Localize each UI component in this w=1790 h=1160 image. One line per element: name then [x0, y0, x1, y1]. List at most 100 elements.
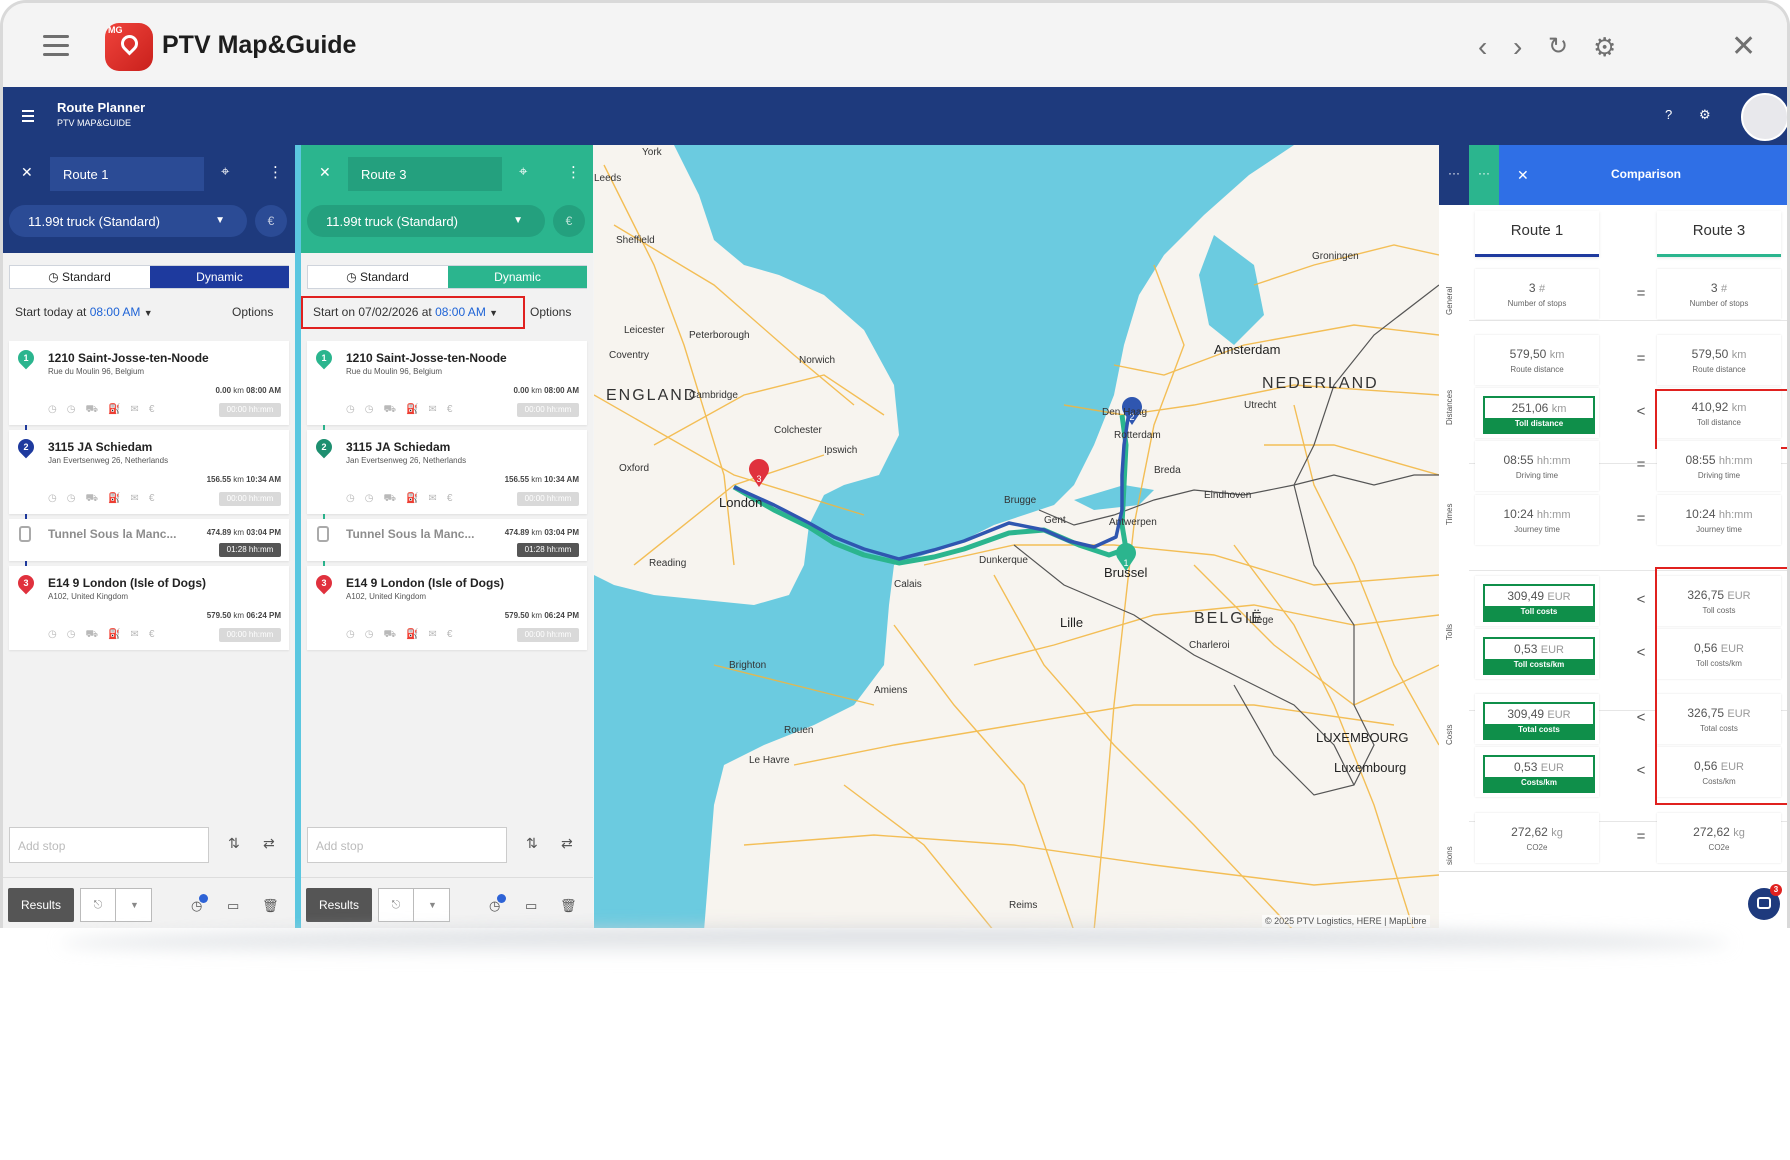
tab-dynamic[interactable]: Dynamic — [150, 266, 289, 288]
add-stop-input[interactable]: Add stop — [307, 827, 507, 863]
metric-label: Number of stops — [1689, 299, 1749, 308]
forward-icon[interactable]: › — [1513, 33, 1522, 61]
list-item[interactable]: 3 E14 9 London (Isle of Dogs) A102, Unit… — [307, 566, 587, 650]
options-link[interactable]: Options — [530, 305, 571, 319]
results-button[interactable]: Results — [306, 888, 372, 922]
stop-name: E14 9 London (Isle of Dogs) — [346, 576, 505, 590]
map-label-ipswich: Ipswich — [824, 445, 858, 456]
value: 08:55 — [1685, 453, 1716, 467]
tab-dynamic[interactable]: Dynamic — [448, 266, 587, 288]
reverse-route-icon[interactable]: ⇄ — [561, 835, 573, 852]
cell-route-3-co2e: 272,62 kg CO2e — [1657, 813, 1781, 863]
panel-toolbar: Results ⎋ ▼ ◷ ▭ 🗑 — [301, 877, 593, 928]
avatar[interactable] — [1741, 93, 1787, 141]
save-icon[interactable]: ▭ — [227, 898, 239, 914]
stop-name: Tunnel Sous la Manc... — [346, 527, 475, 541]
settings-icon[interactable]: ⚙ — [1699, 107, 1711, 123]
delete-icon[interactable]: 🗑 — [262, 898, 279, 914]
route-panel-1: ✕ Route 1 ⌖ ⋮ 11.99t truck (Standard) ▼ €… — [3, 145, 295, 928]
unit: EUR — [1547, 709, 1571, 721]
start-time-selector[interactable]: Start today at 08:00 AM ▼ — [15, 305, 153, 319]
map-attribution[interactable]: © 2025 PTV Logistics, HERE | MapLibre — [1262, 915, 1430, 927]
route-3-collapsed-tab[interactable]: ··· — [1469, 145, 1499, 205]
stop-name: Tunnel Sous la Manc... — [48, 527, 177, 541]
chevron-down-icon[interactable]: ▼ — [415, 889, 450, 921]
route-panel-header: ✕ Route 3 ⌖ ⋮ 11.99t truck (Standard) ▼ € — [301, 145, 593, 253]
locate-icon[interactable]: ⌖ — [519, 163, 527, 180]
stop-attribute-icons[interactable]: ◷◷⛟⛽✉€ — [346, 493, 462, 506]
logo-mark: MG — [108, 25, 123, 35]
tab-standard[interactable]: ◷ Standard — [10, 266, 149, 288]
cell-route-1-toll-distance: 251,06 km Toll distance — [1475, 388, 1599, 438]
tab-standard[interactable]: ◷ Standard — [308, 266, 447, 288]
map-view[interactable]: 1 2 3 ENGLAND NEDERLAND BELGIË LUXEMBOUR… — [594, 145, 1439, 928]
stop-marker-icon: 3 — [312, 571, 336, 595]
stop-attribute-icons[interactable]: ◷◷⛟⛽✉€ — [346, 629, 462, 642]
list-item[interactable]: 1 1210 Saint-Josse-ten-Noode Rue du Moul… — [307, 341, 587, 425]
reverse-route-icon[interactable]: ⇄ — [263, 835, 275, 852]
help-icon[interactable]: ? — [1665, 107, 1672, 122]
vehicle-select[interactable]: 11.99t truck (Standard) ▼ — [307, 205, 545, 237]
results-button[interactable]: Results — [8, 888, 74, 922]
delete-icon[interactable]: 🗑 — [560, 898, 577, 914]
stop-attribute-icons[interactable]: ◷◷⛟⛽✉€ — [346, 404, 462, 417]
sidebar-menu-icon[interactable] — [22, 110, 34, 125]
chevron-down-icon[interactable]: ▼ — [117, 889, 152, 921]
stop-attribute-icons[interactable]: ◷◷⛟⛽✉€ — [48, 629, 164, 642]
route-1-collapsed-tab[interactable]: ··· — [1439, 145, 1469, 205]
vehicle-select[interactable]: 11.99t truck (Standard) ▼ — [9, 205, 247, 237]
close-route-icon[interactable]: ✕ — [21, 164, 33, 181]
stop-distance-time: 579.50 km 06:24 PM — [505, 611, 579, 620]
gear-icon[interactable]: ⚙ — [1593, 33, 1616, 61]
more-vert-icon[interactable]: ⋮ — [268, 163, 283, 181]
stop-attribute-icons[interactable]: ◷◷⛟⛽✉€ — [48, 404, 164, 417]
stop-distance: 474.89 — [206, 528, 232, 537]
stop-duration[interactable]: 00:00 hh:mm — [219, 492, 281, 506]
more-vert-icon[interactable]: ⋮ — [566, 163, 581, 181]
metric-label: Total costs — [1518, 725, 1560, 734]
save-icon[interactable]: ▭ — [525, 898, 537, 914]
sort-stops-icon[interactable]: ⇅ — [526, 835, 538, 852]
unit: km — [1549, 349, 1565, 361]
annotation-box — [1655, 389, 1787, 449]
stop-duration[interactable]: 00:00 hh:mm — [517, 492, 579, 506]
list-item[interactable]: 2 3115 JA Schiedam Jan Evertsenweg 26, N… — [9, 430, 289, 514]
metric-label: Journey time — [1696, 525, 1742, 534]
stop-duration[interactable]: 00:00 hh:mm — [219, 628, 281, 642]
page-header: Route Planner PTV MAP&GUIDE ? ⚙ — [3, 87, 1787, 145]
currency-icon[interactable]: € — [255, 205, 287, 237]
stop-duration[interactable]: 00:00 hh:mm — [517, 403, 579, 417]
cell-route-3-journey-time: 10:24 hh:mm Journey time — [1657, 495, 1781, 545]
map-label-england: ENGLAND — [606, 387, 698, 404]
stop-duration[interactable]: 00:00 hh:mm — [219, 403, 281, 417]
export-icon[interactable]: ⎋ — [81, 889, 116, 921]
export-icon[interactable]: ⎋ — [379, 889, 414, 921]
main-menu-icon[interactable] — [43, 35, 69, 56]
route-name-field[interactable]: Route 1 — [50, 157, 204, 191]
stop-number: 3 — [321, 578, 327, 588]
currency-icon[interactable]: € — [553, 205, 585, 237]
map-label-antwerpen: Antwerpen — [1109, 517, 1157, 528]
sort-stops-icon[interactable]: ⇅ — [228, 835, 240, 852]
list-item[interactable]: 2 3115 JA Schiedam Jan Evertsenweg 26, N… — [307, 430, 587, 514]
add-stop-input[interactable]: Add stop — [9, 827, 209, 863]
chat-button[interactable]: 3 — [1748, 884, 1782, 920]
list-item[interactable]: 3 E14 9 London (Isle of Dogs) A102, Unit… — [9, 566, 289, 650]
list-item[interactable]: Tunnel Sous la Manc... 474.89 km 03:04 P… — [9, 519, 289, 561]
history-icon[interactable]: ◷ — [489, 894, 506, 914]
locate-icon[interactable]: ⌖ — [221, 163, 229, 180]
stop-attribute-icons[interactable]: ◷◷⛟⛽✉€ — [48, 493, 164, 506]
stop-time: 10:34 AM — [246, 475, 281, 484]
close-icon[interactable]: ✕ — [1731, 32, 1756, 62]
back-icon[interactable]: ‹ — [1478, 33, 1487, 61]
options-link[interactable]: Options — [232, 305, 273, 319]
route-name-field[interactable]: Route 3 — [348, 157, 502, 191]
map-label-sheffield: Sheffield — [616, 235, 655, 246]
close-route-icon[interactable]: ✕ — [319, 164, 331, 181]
map-label-luxembourg: LUXEMBOURG — [1316, 730, 1409, 745]
reload-icon[interactable]: ↻ — [1548, 33, 1568, 61]
list-item[interactable]: 1 1210 Saint-Josse-ten-Noode Rue du Moul… — [9, 341, 289, 425]
history-icon[interactable]: ◷ — [191, 894, 208, 914]
list-item[interactable]: Tunnel Sous la Manc... 474.89 km 03:04 P… — [307, 519, 587, 561]
stop-duration[interactable]: 00:00 hh:mm — [517, 628, 579, 642]
